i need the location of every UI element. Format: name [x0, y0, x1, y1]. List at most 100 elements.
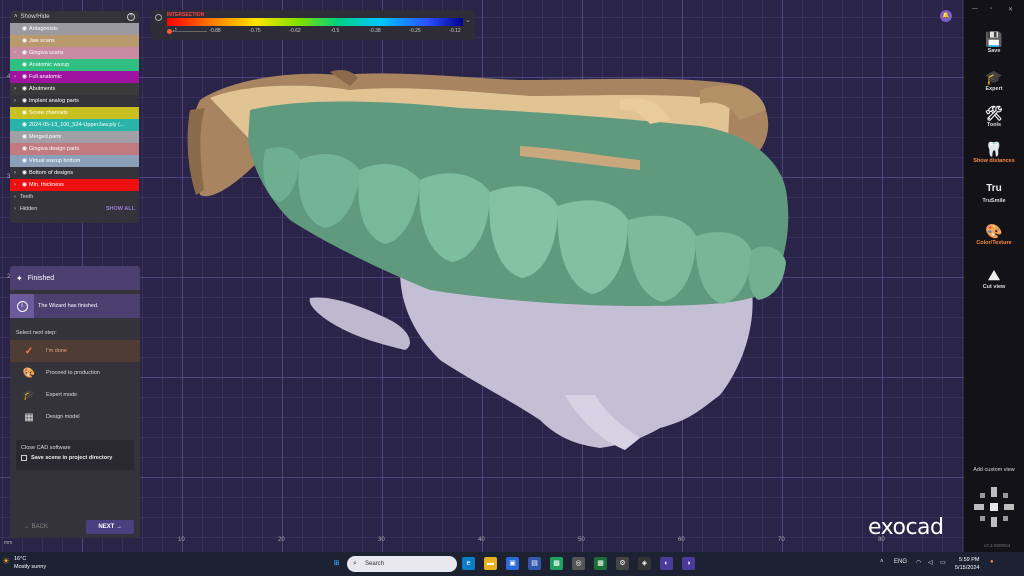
wifi-icon[interactable]: ◠ — [916, 559, 921, 566]
layer-row[interactable]: › ◉ Bottom of designs — [10, 167, 139, 179]
chevron-right-icon[interactable]: › — [10, 170, 20, 176]
notification-icon[interactable]: 🔔 — [940, 10, 952, 22]
chevron-right-icon[interactable]: › — [10, 74, 20, 80]
settings-icon[interactable]: ⚙ — [616, 557, 629, 570]
step-design-model[interactable]: ▦ Design model — [10, 406, 140, 428]
exocad-taskbar-icon[interactable]: ◐ — [660, 557, 673, 570]
eye-icon[interactable]: ◉ — [20, 37, 29, 44]
hidden-label: Hidden — [19, 206, 38, 212]
step-expert-mode[interactable]: 🎓 Expert mode — [10, 384, 140, 406]
language-indicator[interactable]: ENG — [894, 559, 907, 565]
teeth-row[interactable]: › Teeth — [10, 191, 139, 203]
threshold-slider-track[interactable] — [167, 31, 207, 32]
add-custom-view-button[interactable]: Add custom view — [964, 467, 1024, 473]
dental-model[interactable] — [0, 0, 964, 552]
layer-row[interactable]: › ◉ Full anatomic — [10, 71, 139, 83]
layer-row[interactable]: ◉ Anatomic waxup — [10, 59, 139, 71]
step-proceed-production[interactable]: 🎨 Proceed to production — [10, 362, 140, 384]
eye-icon[interactable]: ◉ — [20, 133, 29, 140]
volume-icon[interactable]: ◁ — [928, 559, 933, 566]
eye-icon[interactable]: ◉ — [20, 121, 29, 128]
show-hide-header[interactable]: ˄ Show/Hide ? — [10, 11, 139, 23]
layer-row[interactable]: ◉ 2024-05-13_100_524-UpperJaw.ply (... — [10, 119, 139, 131]
eye-icon[interactable]: ◉ — [20, 145, 29, 152]
back-button[interactable]: ← BACK — [16, 520, 56, 534]
layer-row[interactable]: › ◉ Abutments — [10, 83, 139, 95]
maximize-icon[interactable]: ▫ — [990, 6, 992, 12]
close-cad-box: Close CAD software Save scene in project… — [16, 440, 134, 470]
chevron-down-icon[interactable]: ⌄ — [465, 16, 471, 24]
battery-icon[interactable]: ▭ — [940, 559, 946, 566]
tool-color-texture[interactable]: 🎨 Color/Texture — [964, 222, 1024, 246]
checkbox-icon[interactable] — [21, 455, 27, 461]
layer-row[interactable]: ◉ Virtual waxup bottom — [10, 155, 139, 167]
3d-viewport[interactable]: 10 20 30 40 50 60 70 80 4 3 2 mm exocad … — [0, 0, 964, 552]
select-next-label: Select next step: — [16, 330, 57, 336]
help-icon[interactable]: ? — [127, 13, 135, 21]
eye-icon[interactable]: ◉ — [20, 61, 29, 68]
eye-icon[interactable]: ◉ — [20, 49, 29, 56]
clock[interactable]: 5:59 PM 5/15/2024 — [955, 556, 979, 572]
start-icon[interactable]: ⊞ — [330, 557, 343, 570]
weather-widget[interactable]: ☀ 16°C Mostly sunny — [2, 555, 46, 571]
ruler-x-tick: 30 — [378, 537, 385, 543]
tool-expert[interactable]: 🎓 Expert — [964, 68, 1024, 92]
edge-icon[interactable]: e — [462, 557, 475, 570]
chevron-right-icon[interactable]: › — [10, 50, 20, 56]
eye-icon[interactable]: ◉ — [20, 73, 29, 80]
app-icon[interactable]: ◎ — [572, 557, 585, 570]
layer-label: Virtual waxup bottom — [29, 157, 81, 164]
app-icon[interactable]: ▤ — [528, 557, 541, 570]
layer-row[interactable]: › ◉ Min. thickness — [10, 179, 139, 191]
eye-icon[interactable]: ◉ — [20, 25, 29, 32]
ruler-x-tick: 70 — [778, 537, 785, 543]
layer-row[interactable]: ◉ Antagonists — [10, 23, 139, 35]
teeth-label: Teeth — [19, 194, 34, 200]
tool-cut-view[interactable]: ⛰ Cut view — [964, 266, 1024, 290]
layer-label: Full anatomic — [29, 73, 62, 80]
layer-row[interactable]: ◉ Merged parts — [10, 131, 139, 143]
search-box[interactable]: ⌕ Search — [347, 556, 457, 572]
view-cube-icon[interactable] — [972, 485, 1016, 529]
step-im-done[interactable]: ✓ I'm done — [10, 340, 140, 362]
threshold-slider-handle[interactable] — [167, 29, 172, 34]
tool-show-distances[interactable]: 🦷 Show distances — [964, 140, 1024, 164]
tool-save[interactable]: 💾 Save — [964, 30, 1024, 54]
layer-row[interactable]: ◉ Jaw scans — [10, 35, 139, 47]
next-button[interactable]: NEXT → — [86, 520, 134, 534]
chevron-right-icon[interactable]: › — [10, 86, 20, 92]
layer-row[interactable]: ◉ Gingiva design parts — [10, 143, 139, 155]
temperature: 16°C — [14, 556, 27, 562]
chevron-up-icon[interactable]: ˄ — [880, 559, 884, 565]
eye-icon[interactable]: ◉ — [20, 97, 29, 104]
show-all-button[interactable]: SHOW ALL — [106, 206, 135, 212]
layer-row[interactable]: › ◉ Gingiva scans — [10, 47, 139, 59]
app-icon[interactable]: ◈ — [638, 557, 651, 570]
save-scene-checkbox[interactable]: Save scene in project directory — [21, 455, 129, 461]
chevron-right-icon[interactable]: › — [10, 110, 20, 116]
eye-icon[interactable]: ◉ — [20, 157, 29, 164]
exocad-taskbar-icon[interactable]: ◑ — [682, 557, 695, 570]
eye-icon[interactable]: ◉ — [20, 85, 29, 92]
chevron-right-icon[interactable]: › — [10, 98, 20, 104]
eye-icon[interactable]: ◉ — [20, 181, 29, 188]
collapse-icon[interactable]: ˄ — [14, 14, 18, 20]
trusmile-icon: Tru — [986, 183, 1002, 194]
hidden-row[interactable]: › Hidden SHOW ALL — [10, 203, 139, 215]
layer-row[interactable]: › ◉ Implant analog parts — [10, 95, 139, 107]
file-explorer-icon[interactable]: ▬ — [484, 557, 497, 570]
tool-label: Expert — [985, 86, 1003, 92]
close-icon[interactable]: ✕ — [1008, 6, 1013, 13]
gauge-icon[interactable] — [155, 14, 162, 21]
eye-icon[interactable]: ◉ — [20, 169, 29, 176]
layer-row[interactable]: › ◉ Screw channels — [10, 107, 139, 119]
tool-trusmile[interactable]: Tru TruSmile — [964, 180, 1024, 204]
tool-tools[interactable]: 🛠 Tools — [964, 104, 1024, 128]
notification-bell-icon[interactable]: ● — [990, 559, 994, 565]
chevron-right-icon[interactable]: › — [10, 182, 20, 188]
eye-icon[interactable]: ◉ — [20, 109, 29, 116]
app-icon[interactable]: ▩ — [550, 557, 563, 570]
minimize-icon[interactable]: — — [972, 6, 978, 12]
store-icon[interactable]: ▣ — [506, 557, 519, 570]
calculator-icon[interactable]: ▦ — [594, 557, 607, 570]
